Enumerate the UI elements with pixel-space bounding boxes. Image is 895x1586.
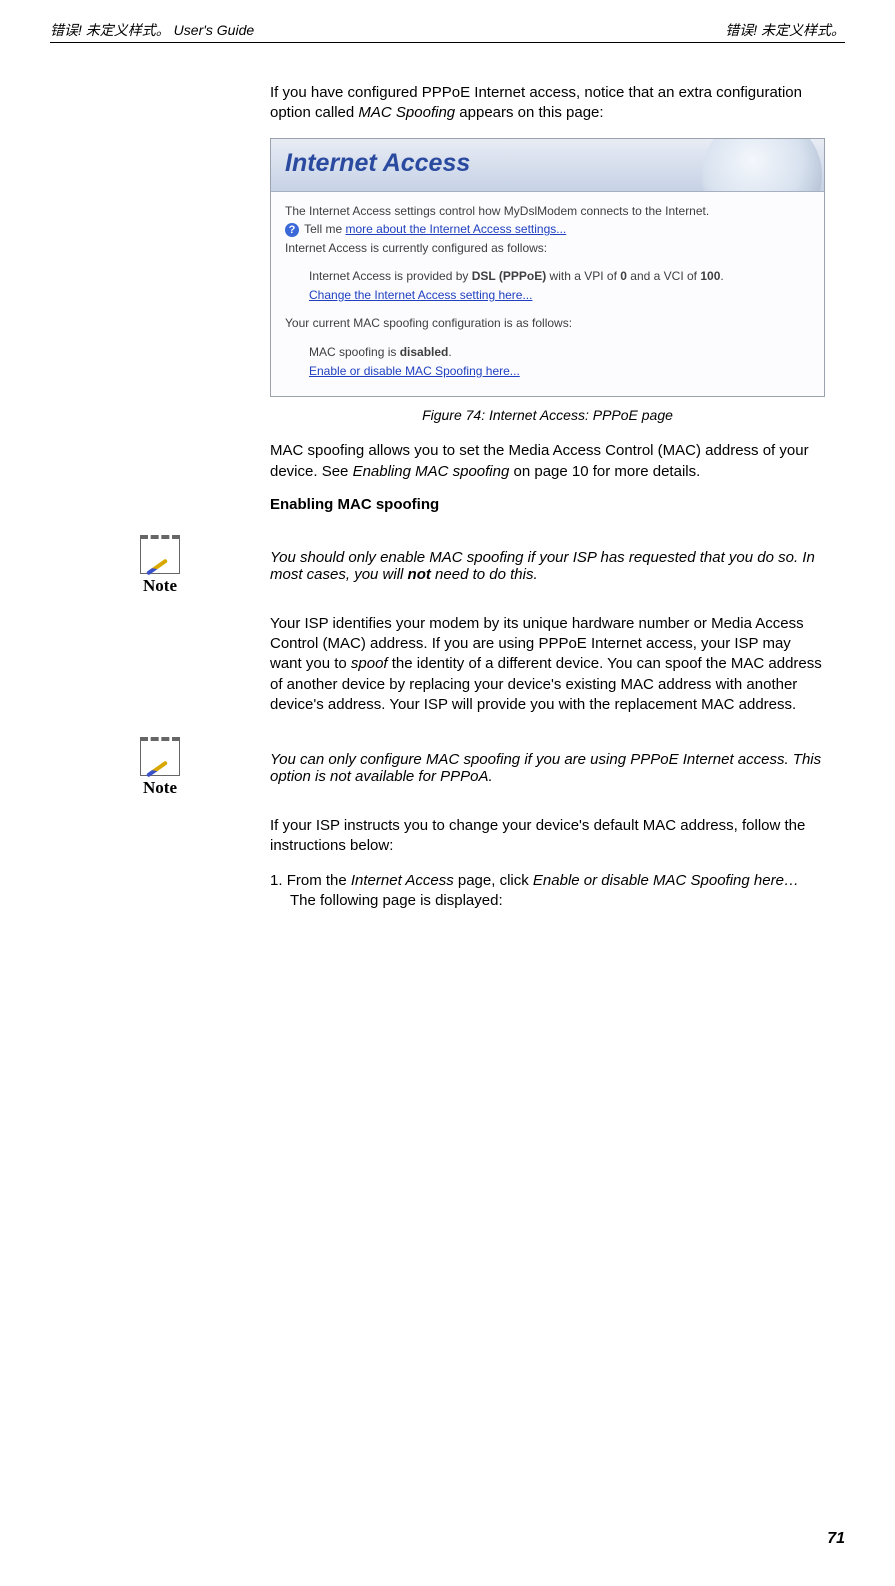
ss-prov-e: and a VCI of [627, 269, 700, 283]
ss-provider-line: Internet Access is provided by DSL (PPPo… [309, 267, 810, 286]
ss-prov-f: 100 [700, 269, 720, 283]
header-left-suffix: User's Guide [170, 22, 254, 38]
screenshot-titlebar: Internet Access [271, 139, 824, 192]
note-label: Note [143, 778, 177, 798]
page-header: 错误! 未定义样式。 User's Guide 错误! 未定义样式。 [50, 20, 845, 43]
ss-prov-d: 0 [620, 269, 627, 283]
body-paragraph: Your ISP identifies your modem by its un… [270, 614, 825, 715]
note1-b: not [408, 566, 431, 583]
item1-b: Internet Access [351, 872, 454, 889]
ss-mac-line: MAC spoofing is disabled. [309, 343, 810, 362]
intro-text-c: appears on this page: [455, 104, 603, 121]
ss-mac-a: MAC spoofing is [309, 345, 400, 359]
after-figure-paragraph: MAC spoofing allows you to set the Media… [270, 441, 825, 482]
ss-change-link[interactable]: Change the Internet Access setting here.… [309, 288, 532, 302]
section-heading: Enabling MAC spoofing [270, 496, 825, 513]
intro-paragraph: If you have configured PPPoE Internet ac… [270, 83, 825, 124]
item1-c: page, click [454, 872, 533, 889]
screenshot-body: The Internet Access settings control how… [271, 192, 824, 397]
ss-mac-c: . [448, 345, 451, 359]
ss-line2: Internet Access is currently configured … [285, 239, 810, 258]
figure-caption: Figure 74: Internet Access: PPPoE page [270, 407, 825, 423]
header-left: 错误! 未定义样式。 User's Guide [50, 20, 254, 40]
item1-num: 1. [270, 872, 287, 889]
afterfig-b: Enabling MAC spoofing [353, 463, 510, 480]
note-icon [140, 535, 180, 574]
page-number: 71 [827, 1530, 845, 1548]
ss-help-row: ? Tell me more about the Internet Access… [285, 220, 810, 239]
ss-help-text: Tell me [304, 222, 345, 236]
note1-a: You should only enable MAC spoofing if y… [270, 549, 815, 583]
note-text-1: You should only enable MAC spoofing if y… [270, 531, 845, 583]
note1-c: need to do this. [431, 566, 538, 583]
body-b: spoof [351, 655, 388, 672]
instructions-intro: If your ISP instructs you to change your… [270, 816, 825, 857]
item1-d: Enable or disable MAC Spoofing here… [533, 872, 799, 889]
note-icon [140, 737, 180, 776]
ss-prov-g: . [720, 269, 723, 283]
ss-mac-b: disabled [400, 345, 449, 359]
ss-line1: The Internet Access settings control how… [285, 202, 810, 221]
afterfig-c: on page 10 for more details. [509, 463, 700, 480]
ss-prov-a: Internet Access is provided by [309, 269, 472, 283]
note-label: Note [143, 576, 177, 596]
item1-e: The following page is displayed: [290, 892, 503, 909]
ss-mac-link[interactable]: Enable or disable MAC Spoofing here... [309, 364, 520, 378]
note-block-1: Note You should only enable MAC spoofing… [50, 531, 845, 596]
ss-mac-intro: Your current MAC spoofing configuration … [285, 314, 810, 333]
ss-help-link[interactable]: more about the Internet Access settings.… [345, 222, 566, 236]
header-left-prefix: 错误! 未定义样式。 [50, 22, 170, 38]
globe-icon [702, 139, 822, 192]
note-text-2: You can only configure MAC spoofing if y… [270, 733, 845, 785]
ss-prov-b: DSL (PPPoE) [472, 269, 546, 283]
instruction-item-1: 1. From the Internet Access page, click … [290, 871, 825, 912]
ss-prov-c: with a VPI of [546, 269, 620, 283]
item1-a: From the [287, 872, 351, 889]
header-right: 错误! 未定义样式。 [725, 20, 845, 40]
help-icon[interactable]: ? [285, 223, 299, 237]
note-block-2: Note You can only configure MAC spoofing… [50, 733, 845, 798]
screenshot-internet-access: Internet Access The Internet Access sett… [270, 138, 825, 398]
intro-text-b: MAC Spoofing [358, 104, 455, 121]
